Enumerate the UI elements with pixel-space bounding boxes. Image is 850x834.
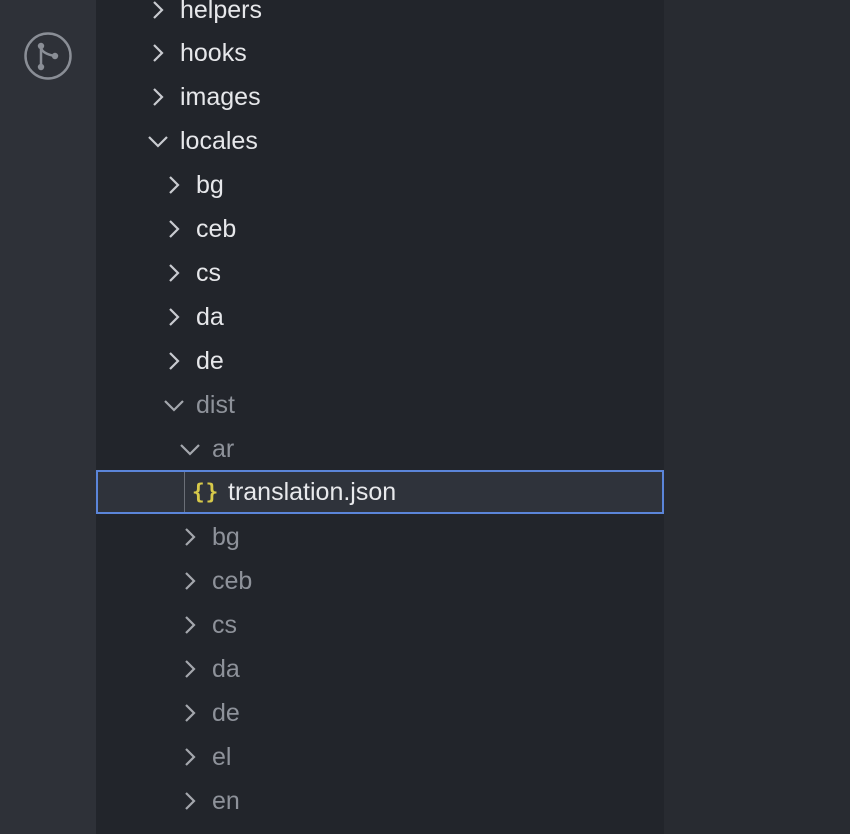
folder-row-cs[interactable]: cs (96, 251, 664, 295)
chevron-right-icon (180, 703, 200, 723)
folder-row-dist-en[interactable]: en (96, 779, 664, 823)
folder-row-dist-ceb[interactable]: ceb (96, 559, 664, 603)
chevron-right-icon (180, 527, 200, 547)
folder-label: helpers (180, 0, 262, 24)
chevron-down-icon (148, 131, 168, 151)
folder-row-dist-de[interactable]: de (96, 691, 664, 735)
chevron-right-icon (164, 263, 184, 283)
folder-row-locales[interactable]: locales (96, 119, 664, 163)
folder-row-da[interactable]: da (96, 295, 664, 339)
editor-area (664, 0, 850, 834)
folder-label: images (180, 83, 261, 111)
folder-row-ar[interactable]: ar (96, 427, 664, 471)
folder-label: ceb (196, 215, 237, 243)
json-file-icon: {} (192, 480, 220, 504)
chevron-right-icon (164, 175, 184, 195)
chevron-down-icon (180, 439, 200, 459)
chevron-right-icon (180, 571, 200, 591)
chevron-right-icon (148, 0, 168, 20)
folder-row-dist-bg[interactable]: bg (96, 515, 664, 559)
folder-label: de (196, 347, 224, 375)
chevron-right-icon (164, 307, 184, 327)
chevron-right-icon (180, 791, 200, 811)
chevron-right-icon (180, 615, 200, 635)
folder-row-dist[interactable]: dist (96, 383, 664, 427)
app-window: helpers hooks images locales bg ceb cs d… (0, 0, 850, 834)
folder-label: dist (196, 391, 235, 419)
source-control-icon[interactable] (24, 32, 72, 80)
chevron-right-icon (148, 87, 168, 107)
folder-label: en (212, 787, 240, 815)
folder-label: cs (212, 611, 237, 639)
file-explorer: helpers hooks images locales bg ceb cs d… (96, 0, 664, 834)
chevron-right-icon (180, 747, 200, 767)
folder-label: bg (196, 171, 224, 199)
folder-row-ceb[interactable]: ceb (96, 207, 664, 251)
chevron-right-icon (148, 43, 168, 63)
file-row-translation-json[interactable]: {} translation.json (96, 470, 664, 514)
chevron-right-icon (164, 219, 184, 239)
folder-row-helpers[interactable]: helpers (96, 0, 664, 32)
chevron-right-icon (164, 351, 184, 371)
folder-row-de[interactable]: de (96, 339, 664, 383)
folder-label: el (212, 743, 232, 771)
folder-label: ar (212, 435, 235, 463)
folder-label: hooks (180, 39, 247, 67)
folder-row-hooks[interactable]: hooks (96, 31, 664, 75)
folder-label: locales (180, 127, 258, 155)
folder-label: ceb (212, 567, 253, 595)
folder-row-dist-cs[interactable]: cs (96, 603, 664, 647)
folder-label: cs (196, 259, 221, 287)
folder-label: da (212, 655, 240, 683)
activity-bar (0, 0, 96, 834)
folder-row-dist-el[interactable]: el (96, 735, 664, 779)
folder-label: de (212, 699, 240, 727)
file-label: translation.json (228, 478, 397, 506)
folder-row-bg[interactable]: bg (96, 163, 664, 207)
folder-label: da (196, 303, 224, 331)
folder-label: bg (212, 523, 240, 551)
chevron-right-icon (180, 659, 200, 679)
folder-row-images[interactable]: images (96, 75, 664, 119)
chevron-down-icon (164, 395, 184, 415)
folder-row-dist-da[interactable]: da (96, 647, 664, 691)
indent-guide (184, 472, 185, 512)
